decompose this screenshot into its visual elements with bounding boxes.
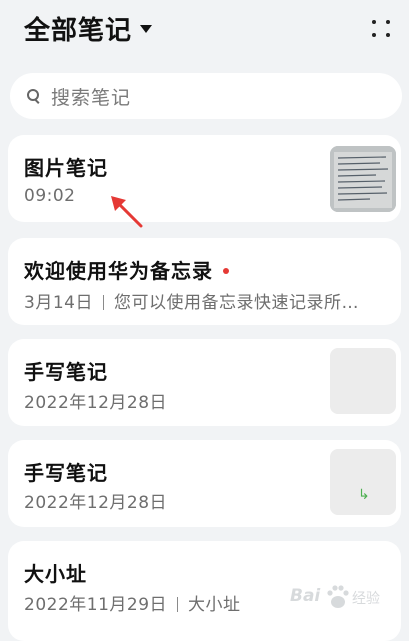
note-date: 2022年11月29日 [24, 595, 168, 615]
red-arrow-icon [111, 196, 143, 228]
grid-dots-icon[interactable] [368, 16, 396, 42]
search-bar[interactable]: 搜索笔记 [10, 73, 402, 119]
handwriting-thumbnail: ↳ [330, 449, 396, 515]
handwriting-stroke: ↳ [358, 487, 370, 503]
handwriting-thumbnail [330, 348, 396, 414]
paw-icon [327, 585, 349, 608]
note-preview: 您可以使用备忘录快速记录所… [113, 293, 359, 313]
note-date: 2022年12月28日 [24, 493, 168, 513]
note-title: 手写笔记 [24, 360, 108, 384]
note-card[interactable]: 图片笔记 09:02 [8, 135, 401, 222]
caret-down-icon [140, 25, 153, 33]
note-title: 手写笔记 [24, 461, 108, 485]
note-card[interactable]: 手写笔记 2022年12月28日 [8, 339, 401, 426]
note-date: 2022年12月28日 [24, 393, 168, 413]
note-card[interactable]: 手写笔记 2022年12月28日 ↳ [8, 440, 401, 527]
note-title: 欢迎使用华为备忘录 [24, 255, 229, 284]
note-subtitle: 2022年11月29日 大小址 [24, 590, 241, 615]
note-title: 大小址 [24, 562, 87, 586]
folder-selector[interactable]: 全部笔记 [24, 11, 153, 46]
photo-thumbnail [330, 146, 396, 212]
header-bar: 全部笔记 [0, 0, 409, 58]
note-time: 09:02 [24, 186, 76, 206]
note-subtitle: 3月14日 您可以使用备忘录快速记录所… [24, 288, 359, 313]
note-title: 图片笔记 [24, 156, 108, 180]
search-placeholder: 搜索笔记 [51, 86, 132, 109]
page-title: 全部笔记 [24, 15, 133, 46]
note-preview: 大小址 [188, 595, 241, 615]
search-icon [27, 89, 41, 104]
baidu-watermark: Bai 经验 [290, 582, 402, 616]
note-date: 3月14日 [24, 293, 93, 313]
note-card[interactable]: 欢迎使用华为备忘录 3月14日 您可以使用备忘录快速记录所… [8, 238, 401, 325]
unread-dot [223, 268, 229, 274]
